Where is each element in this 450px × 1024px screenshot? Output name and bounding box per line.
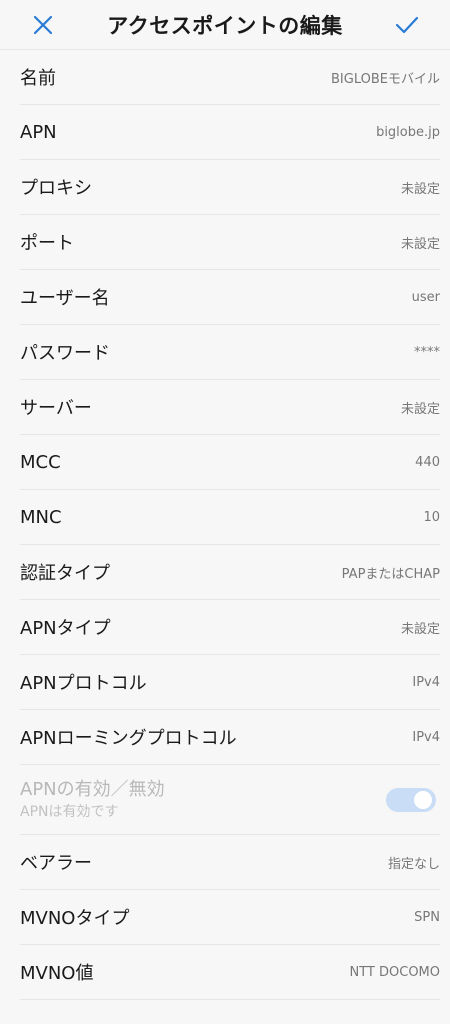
setting-value: IPv4	[412, 729, 440, 745]
switch-knob	[414, 790, 432, 809]
apn-toggle-text: APNの有効／無効 APNは有効です	[20, 778, 165, 822]
setting-row-apn-type[interactable]: APNタイプ 未設定	[20, 600, 440, 655]
close-icon	[33, 15, 53, 34]
setting-row-auth-type[interactable]: 認証タイプ PAPまたはCHAP	[20, 545, 440, 600]
setting-label: APNプロトコル	[20, 673, 147, 694]
setting-value: 10	[423, 509, 440, 525]
setting-row-port[interactable]: ポート 未設定	[20, 215, 440, 270]
apn-edit-screen: アクセスポイントの編集 名前 BIGLOBEモバイル APN biglobe.j…	[0, 0, 450, 1024]
setting-value: biglobe.jp	[376, 124, 440, 140]
setting-row-name[interactable]: 名前 BIGLOBEモバイル	[20, 50, 440, 105]
setting-value: PAPまたはCHAP	[341, 566, 440, 582]
setting-row-mvno-value[interactable]: MVNO値 NTT DOCOMO	[20, 945, 440, 1000]
setting-row-mcc[interactable]: MCC 440	[20, 435, 440, 490]
setting-row-mnc[interactable]: MNC 10	[20, 490, 440, 545]
setting-value: 指定なし	[387, 856, 440, 872]
setting-label: APN	[20, 121, 57, 143]
setting-value: 未設定	[400, 236, 440, 252]
setting-label: プロキシ	[20, 178, 92, 199]
setting-value: NTT DOCOMO	[349, 964, 440, 980]
setting-value: 440	[415, 454, 440, 470]
check-icon	[395, 16, 419, 33]
setting-value: 未設定	[400, 621, 440, 637]
setting-row-username[interactable]: ユーザー名 user	[20, 270, 440, 325]
setting-value: IPv4	[412, 674, 440, 690]
setting-value: user	[411, 289, 440, 305]
setting-row-apn[interactable]: APN biglobe.jp	[20, 105, 440, 160]
setting-label: サーバー	[20, 398, 92, 419]
close-button[interactable]	[18, 0, 68, 50]
setting-row-apn-protocol[interactable]: APNプロトコル IPv4	[20, 655, 440, 710]
setting-row-bearer[interactable]: ベアラー 指定なし	[20, 835, 440, 890]
setting-label: MVNO値	[20, 963, 94, 984]
setting-label: パスワード	[20, 343, 110, 364]
setting-row-password[interactable]: パスワード ****	[20, 325, 440, 380]
setting-row-apn-roaming-protocol[interactable]: APNローミングプロトコル IPv4	[20, 710, 440, 765]
setting-value: SPN	[414, 909, 440, 925]
setting-label: MNC	[20, 506, 62, 528]
setting-value: ****	[414, 344, 440, 360]
setting-label: ユーザー名	[20, 288, 110, 309]
setting-row-server[interactable]: サーバー 未設定	[20, 380, 440, 435]
apn-enable-switch[interactable]	[386, 787, 436, 812]
apn-toggle-subtitle: APNは有効です	[20, 803, 119, 820]
setting-label: ベアラー	[20, 853, 92, 874]
setting-label: MVNOタイプ	[20, 908, 130, 929]
setting-value: 未設定	[400, 181, 440, 197]
confirm-button[interactable]	[382, 0, 432, 50]
setting-value: 未設定	[400, 401, 440, 417]
apn-toggle-title: APNの有効／無効	[20, 778, 165, 800]
setting-label: 認証タイプ	[20, 563, 110, 584]
setting-label: MCC	[20, 451, 61, 473]
setting-row-proxy[interactable]: プロキシ 未設定	[20, 160, 440, 215]
app-header: アクセスポイントの編集	[0, 0, 450, 50]
setting-label: APNローミングプロトコル	[20, 728, 237, 749]
setting-row-mvno-type[interactable]: MVNOタイプ SPN	[20, 890, 440, 945]
setting-label: 名前	[20, 68, 56, 89]
setting-row-apn-enable[interactable]: APNの有効／無効 APNは有効です	[20, 765, 440, 835]
page-title: アクセスポイントの編集	[107, 13, 343, 38]
setting-value: BIGLOBEモバイル	[331, 71, 440, 87]
setting-label: APNタイプ	[20, 618, 111, 639]
settings-list: 名前 BIGLOBEモバイル APN biglobe.jp プロキシ 未設定 ポ…	[0, 50, 450, 1000]
setting-label: ポート	[20, 233, 74, 254]
